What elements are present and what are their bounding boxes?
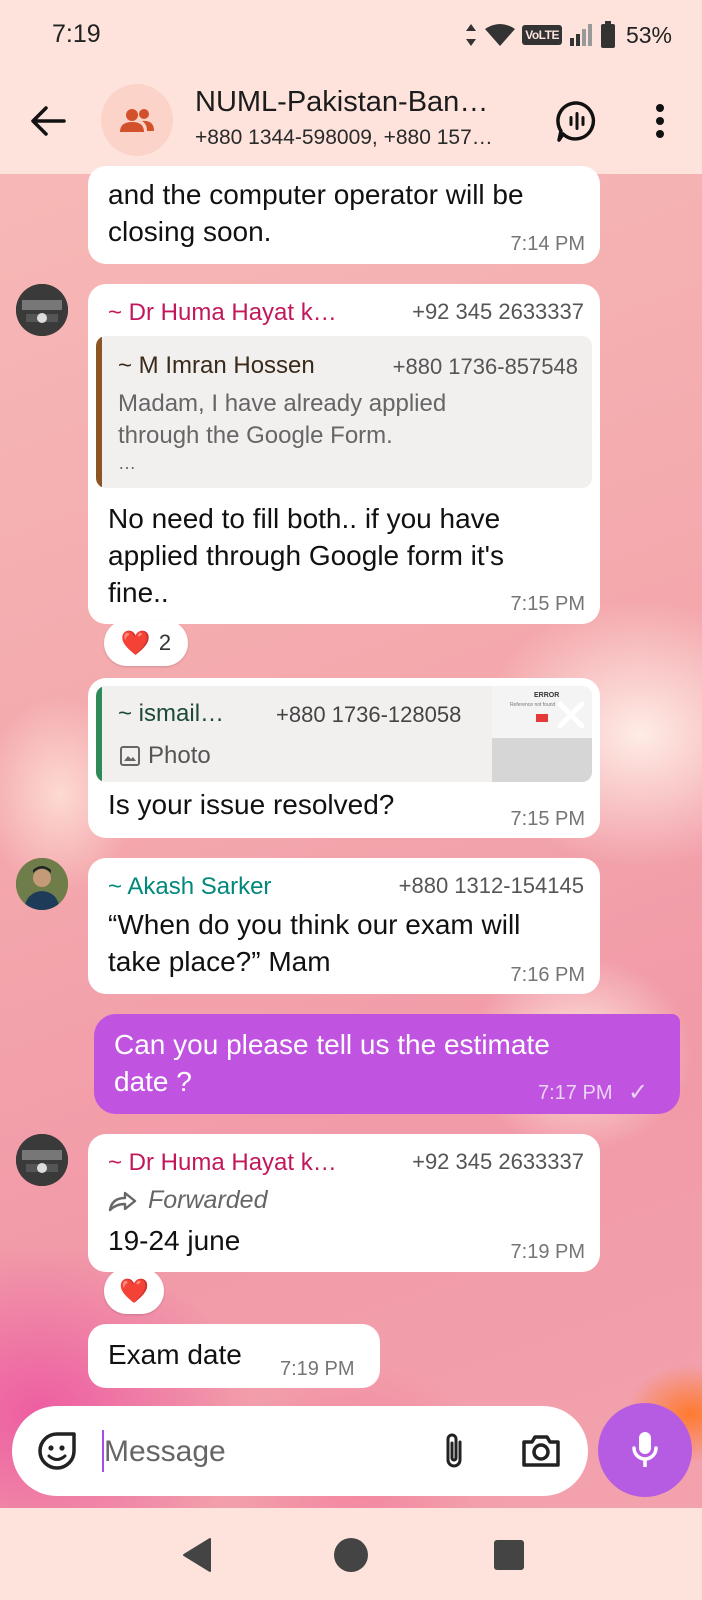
status-time: 7:19 [52,20,101,48]
battery-icon [600,21,615,48]
message-bubble[interactable]: ~ Dr Huma Hayat k… +92 345 2633337 ~ M I… [88,284,600,624]
sticker-icon [38,1432,76,1470]
sender-name[interactable]: ~ Dr Huma Hayat k… [108,1149,337,1177]
group-icon [120,109,154,132]
sender-avatar[interactable] [16,284,68,336]
heart-reaction-icon: ❤️ [119,1277,149,1305]
sender-header: ~ Dr Huma Hayat k… +92 345 2633337 [108,1149,584,1179]
sender-phone: +92 345 2633337 [412,299,584,324]
camera-icon [522,1435,560,1467]
reaction-chip[interactable]: ❤️ [104,1268,164,1314]
sender-phone: +880 1312-154145 [398,873,584,898]
sender-name[interactable]: ~ Akash Sarker [108,873,271,901]
voice-chat-icon [556,101,596,142]
quote-text: Madam, I have already applied through th… [118,390,447,473]
message-text: and the computer operator will be closin… [108,179,524,247]
back-button[interactable] [24,97,72,145]
message-bubble[interactable]: ~ Dr Huma Hayat k… +92 345 2633337 Forwa… [88,1134,600,1272]
paperclip-icon [446,1433,462,1468]
message-time: 7:14 PM [510,233,585,255]
camera-button[interactable] [517,1428,565,1474]
quote-sender: ~ ismail… [118,700,225,727]
volte-badge: VoLTE [522,25,562,45]
avatar-image [16,284,68,336]
avatar-image [16,858,68,910]
chat-header: NUML-Pakistan-Ban… +880 1344-598009, +88… [0,72,702,174]
mic-icon [632,1432,658,1467]
sender-avatar[interactable] [16,858,68,910]
avatar-image [16,1134,68,1186]
system-nav-bar [0,1508,702,1600]
quote-accent-bar [96,336,102,488]
message-text: No need to fill both.. if you have appli… [108,503,505,608]
home-circle-icon [334,1538,368,1572]
quote-phone: +880 1736-857548 [392,354,578,379]
photo-thumbnail: ERROR Reference not found [492,686,592,782]
message-text: 19-24 june [108,1225,241,1256]
nav-back-button[interactable] [172,1532,222,1578]
sender-phone: +92 345 2633337 [412,1149,584,1174]
back-arrow-icon [31,106,66,136]
photo-icon [120,746,140,766]
message-bubble[interactable]: ~ Akash Sarker +880 1312-154145 “When do… [88,858,600,994]
outgoing-message-bubble[interactable]: Can you please tell us the estimate date… [94,1014,680,1114]
sender-name[interactable]: ~ Dr Huma Hayat k… [108,299,337,327]
sent-check-icon: ✓ [628,1079,649,1106]
attach-button[interactable] [432,1428,476,1474]
message-composer [12,1406,588,1496]
group-avatar[interactable] [101,84,173,156]
sticker-button[interactable] [34,1428,80,1474]
voice-message-button[interactable] [598,1403,692,1497]
nav-recents-button[interactable] [484,1532,534,1578]
message-text: Exam date [108,1339,242,1370]
quote-type: Photo [148,742,211,769]
forward-icon [108,1191,137,1212]
message-time: 7:17 PM [538,1082,613,1104]
voice-chat-button[interactable] [552,96,602,146]
chat-participants: +880 1344-598009, +880 157… [195,126,493,149]
sender-avatar[interactable] [16,1134,68,1186]
message-time: 7:16 PM [510,964,585,986]
message-bubble[interactable]: Exam date 7:19 PM [88,1324,380,1388]
message-time: 7:19 PM [510,1241,585,1263]
wifi-icon [485,24,516,46]
chat-title: NUML-Pakistan-Ban… [195,86,489,118]
status-bar: 7:19 VoLTE 53% [0,0,702,72]
heart-reaction-icon: ❤️ [120,629,151,657]
quote-accent-bar [96,686,102,782]
data-arrows-icon [466,24,477,46]
chat-title-block[interactable]: NUML-Pakistan-Ban… +880 1344-598009, +88… [195,86,525,150]
message-time: 7:15 PM [510,593,585,615]
close-icon [557,701,585,729]
message-time: 7:19 PM [280,1358,355,1380]
more-vert-icon [656,104,664,138]
quote-sender: ~ M Imran Hossen [118,352,315,379]
quoted-message[interactable]: ~ M Imran Hossen +880 1736-857548 Madam,… [96,336,592,488]
message-bubble[interactable]: ~ ismail… +880 1736-128058 Photo ERROR R… [88,678,600,838]
recents-square-icon [494,1540,524,1570]
message-text: “When do you think our exam will take pl… [108,909,521,977]
more-options-button[interactable] [636,96,684,146]
sender-header: ~ Dr Huma Hayat k… +92 345 2633337 [108,299,584,329]
forwarded-label: Forwarded [148,1186,268,1214]
quoted-photo-message[interactable]: ~ ismail… +880 1736-128058 Photo ERROR R… [96,686,592,782]
signal-icon [569,24,592,46]
status-icons: VoLTE 53% [464,19,672,51]
back-triangle-icon [183,1538,211,1572]
quote-phone: +880 1736-128058 [276,702,462,727]
battery-percent: 53% [625,21,672,48]
message-text: Is your issue resolved? [108,789,395,820]
sender-header: ~ Akash Sarker +880 1312-154145 [108,873,584,903]
message-time: 7:15 PM [510,808,585,830]
message-text: Can you please tell us the estimate date… [114,1029,550,1097]
reaction-chip[interactable]: ❤️ 2 [104,620,188,666]
nav-home-button[interactable] [326,1532,376,1578]
message-input[interactable] [104,1429,404,1475]
reaction-count: 2 [158,630,172,655]
message-bubble[interactable]: and the computer operator will be closin… [88,166,600,264]
